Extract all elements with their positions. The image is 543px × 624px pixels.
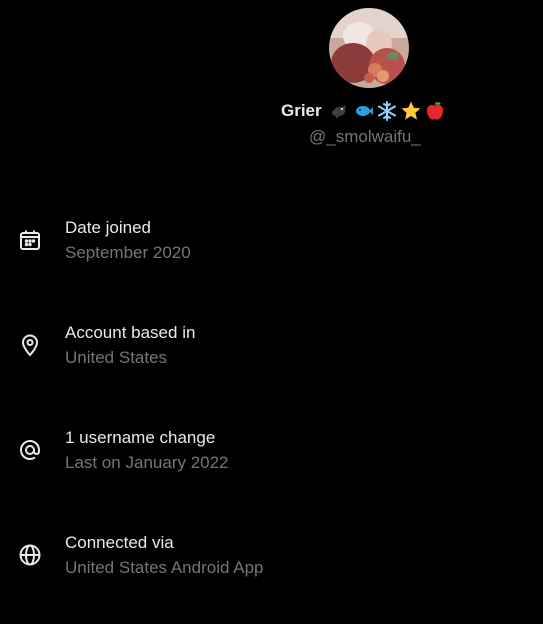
info-item-account-location: Account based in United States [0,315,543,375]
info-value-account-location: United States [65,348,168,367]
display-name-row: Grier [281,99,448,123]
location-pin-icon [18,333,42,357]
avatar[interactable] [329,8,409,88]
info-label-username-changes: 1 username change [65,428,216,447]
fish-icon [352,100,374,122]
info-value-date-joined: September 2020 [65,243,191,262]
display-name: Grier [281,101,322,120]
info-label-date-joined: Date joined [65,218,152,237]
info-item-connected-via: Connected via United States Android App [0,525,543,585]
info-item-date-joined: Date joined September 2020 [0,210,543,270]
info-label-connected-via: Connected via [65,533,174,552]
apple-icon [424,100,446,122]
info-item-username-changes: 1 username change Last on January 2022 [0,420,543,480]
info-value-username-changes: Last on January 2022 [65,453,229,472]
calendar-icon [18,228,42,252]
at-sign-icon [18,438,42,462]
info-value-connected-via: United States Android App [65,558,264,577]
username-handle[interactable]: @_smolwaifu_ [309,127,421,147]
globe-icon [18,543,42,567]
profile-header: Grier @_smolwaifu_ [0,0,543,160]
snowflake-icon [376,100,398,122]
bird-icon [328,100,350,122]
star-icon [400,100,422,122]
info-label-account-location: Account based in [65,323,196,342]
